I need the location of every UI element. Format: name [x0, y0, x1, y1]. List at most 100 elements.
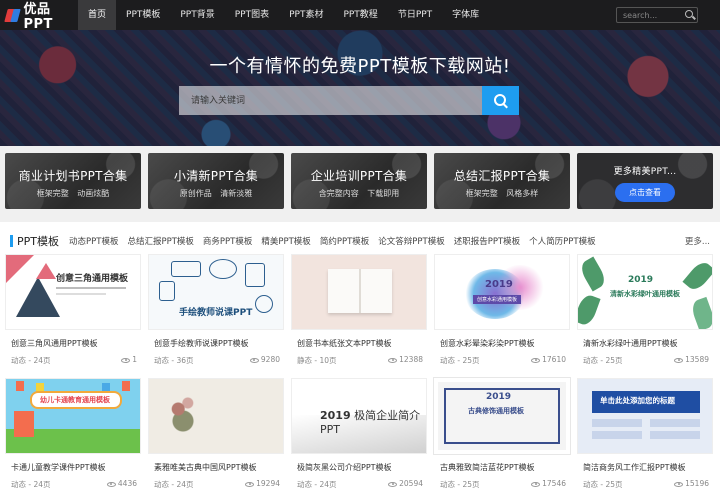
sketch-icon	[245, 263, 265, 287]
nav-item-ppt-charts[interactable]: PPT图表	[225, 0, 279, 30]
nav-item-home[interactable]: 首页	[78, 0, 117, 30]
top-search-input[interactable]: search...	[617, 11, 683, 20]
eye-icon	[245, 481, 255, 487]
tab-simple[interactable]: 简约PPT模板	[320, 235, 369, 247]
template-thumbnail[interactable]: 单击此处添加您的标题	[577, 378, 713, 454]
section-more-link[interactable]: 更多...	[685, 235, 710, 247]
view-count-value: 1	[132, 355, 137, 364]
template-info: 动态 - 24页	[11, 480, 51, 489]
tab-business[interactable]: 商务PPT模板	[203, 235, 252, 247]
top-nav: 优品PPT 首页 PPT模板 PPT背景 PPT图表 PPT素材 PPT教程 节…	[0, 0, 720, 32]
template-thumbnail[interactable]: 创意三角通用模板	[5, 254, 141, 330]
view-count: 12388	[388, 355, 423, 366]
tab-exquisite[interactable]: 精美PPT模板	[261, 235, 310, 247]
tab-dynamic[interactable]: 动态PPT模板	[69, 235, 118, 247]
view-count-value: 15196	[685, 479, 709, 488]
template-title[interactable]: 创意手绘教师说课PPT模板	[148, 338, 284, 349]
search-icon[interactable]	[683, 8, 697, 22]
template-card[interactable]: 2019 极简企业简介PPT 极简灰黑公司介绍PPT模板 动态 - 24页 20…	[291, 378, 427, 494]
nav-item-holiday-ppt[interactable]: 节日PPT	[388, 0, 442, 30]
template-title[interactable]: 素雅唯美古典中国风PPT模板	[148, 462, 284, 473]
thumbnail-title: 单击此处添加您的标题	[600, 396, 675, 405]
template-card[interactable]: 单击此处添加您的标题 简洁商务风工作汇报PPT模板 动态 - 25页 15196	[577, 378, 713, 494]
sketch-icon	[171, 261, 201, 277]
template-thumbnail[interactable]	[291, 254, 427, 330]
nav-item-fonts[interactable]: 字体库	[442, 0, 489, 30]
template-meta: 动态 - 36页 9280	[148, 355, 284, 366]
template-card[interactable]: 2019 创意水彩通用模板 创意水彩晕染彩染PPT模板 动态 - 25页 176…	[434, 254, 570, 370]
template-card[interactable]: 素雅唯美古典中国风PPT模板 动态 - 24页 19294	[148, 378, 284, 494]
template-title[interactable]: 创意书本纸张文本PPT模板	[291, 338, 427, 349]
template-thumbnail[interactable]: 2019 清新水彩绿叶通用模板	[577, 254, 713, 330]
thumbnail-year: 2019	[628, 275, 654, 285]
site-logo[interactable]: 优品PPT	[0, 0, 78, 32]
tab-summary-report[interactable]: 总结汇报PPT模板	[127, 235, 193, 247]
thumbnail-year: 2019	[320, 409, 351, 422]
template-meta: 动态 - 24页 19294	[148, 479, 284, 490]
template-card[interactable]: 幼儿卡通教育通用模板 卡通儿童教学课件PPT模板 动态 - 24页 4436	[5, 378, 141, 494]
top-search-box[interactable]: search...	[616, 7, 698, 23]
view-count: 17610	[531, 355, 566, 366]
category-card-training[interactable]: 企业培训PPT合集 含完整内容 下载即用	[291, 153, 427, 209]
thumbnail-year: 2019	[486, 392, 512, 402]
template-title[interactable]: 清新水彩绿叶通用PPT模板	[577, 338, 713, 349]
triangle-shape	[16, 277, 60, 317]
ink-painting-tree	[159, 385, 207, 445]
template-thumbnail[interactable]	[148, 378, 284, 454]
template-title[interactable]: 简洁商务风工作汇报PPT模板	[577, 462, 713, 473]
template-title[interactable]: 极简灰黑公司介绍PPT模板	[291, 462, 427, 473]
template-info: 动态 - 24页	[297, 480, 337, 489]
template-thumbnail[interactable]: 2019 极简企业简介PPT	[291, 378, 427, 454]
template-thumbnail[interactable]: 幼儿卡通教育通用模板	[5, 378, 141, 454]
template-card[interactable]: 手绘教师说课PPT 创意手绘教师说课PPT模板 动态 - 36页 9280	[148, 254, 284, 370]
thumbnail-title: 幼儿卡通教育通用模板	[40, 396, 110, 404]
eye-icon	[531, 481, 541, 487]
template-thumbnail[interactable]: 手绘教师说课PPT	[148, 254, 284, 330]
triangle-shape	[36, 263, 56, 279]
tab-thesis-defense[interactable]: 论文答辩PPT模板	[378, 235, 444, 247]
template-thumbnail[interactable]: 2019 创意水彩通用模板	[434, 254, 570, 330]
category-card-business-plan[interactable]: 商业计划书PPT合集 框架完整 动画炫酷	[5, 153, 141, 209]
template-title[interactable]: 创意三角风通用PPT模板	[5, 338, 141, 349]
template-meta: 动态 - 25页 17546	[434, 479, 570, 490]
hero-search-button[interactable]	[482, 86, 519, 115]
content-block	[592, 431, 642, 439]
logo-text: 优品PPT	[23, 2, 53, 32]
category-subtitle: 原创作品 清新淡雅	[179, 189, 253, 198]
tab-resume[interactable]: 个人简历PPT模板	[529, 235, 595, 247]
view-more-button[interactable]: 点击查看	[615, 183, 675, 202]
template-title[interactable]: 卡通儿童教学课件PPT模板	[5, 462, 141, 473]
section-title[interactable]: PPT模板	[17, 233, 59, 249]
template-card[interactable]: 创意三角通用模板 创意三角风通用PPT模板 动态 - 24页 1	[5, 254, 141, 370]
nav-item-ppt-materials[interactable]: PPT素材	[279, 0, 333, 30]
template-title[interactable]: 古典雅致简洁蓝花PPT模板	[434, 462, 570, 473]
template-card[interactable]: 创意书本纸张文本PPT模板 静态 - 10页 12388	[291, 254, 427, 370]
view-count: 15196	[674, 479, 709, 490]
view-count: 4436	[106, 479, 137, 490]
nav-menu: 首页 PPT模板 PPT背景 PPT图表 PPT素材 PPT教程 节日PPT 字…	[78, 0, 489, 30]
template-meta: 动态 - 25页 17610	[434, 355, 570, 366]
eye-icon	[106, 481, 116, 487]
tab-work-report[interactable]: 述职报告PPT模板	[454, 235, 520, 247]
view-count: 17546	[531, 479, 566, 490]
thumbnail-subtitle: 创意水彩通用模板	[473, 295, 522, 304]
eye-icon	[531, 357, 541, 363]
logo-icon	[6, 8, 20, 23]
nav-item-ppt-tutorials[interactable]: PPT教程	[333, 0, 387, 30]
view-count-value: 9280	[260, 355, 280, 364]
nav-item-ppt-templates[interactable]: PPT模板	[116, 0, 170, 30]
hero-banner: 一个有情怀的免费PPT模板下载网站!	[0, 30, 720, 146]
category-card-fresh[interactable]: 小清新PPT合集 原创作品 清新淡雅	[148, 153, 284, 209]
template-info: 动态 - 24页	[154, 480, 194, 489]
category-card-report[interactable]: 总结汇报PPT合集 框架完整 风格多样	[434, 153, 570, 209]
leaf-shape	[689, 296, 712, 329]
view-count-value: 17610	[542, 355, 566, 364]
template-title[interactable]: 创意水彩晕染彩染PPT模板	[434, 338, 570, 349]
cartoon-house	[14, 411, 34, 437]
nav-item-ppt-backgrounds[interactable]: PPT背景	[170, 0, 224, 30]
template-card[interactable]: 2019 古典修饰通用模板 古典雅致简洁蓝花PPT模板 动态 - 25页 175…	[433, 377, 571, 494]
leaf-shape	[578, 292, 601, 328]
template-card[interactable]: 2019 清新水彩绿叶通用模板 清新水彩绿叶通用PPT模板 动态 - 25页 1…	[577, 254, 713, 370]
template-thumbnail[interactable]: 2019 古典修饰通用模板	[433, 377, 571, 455]
hero-search-input[interactable]	[179, 86, 482, 115]
